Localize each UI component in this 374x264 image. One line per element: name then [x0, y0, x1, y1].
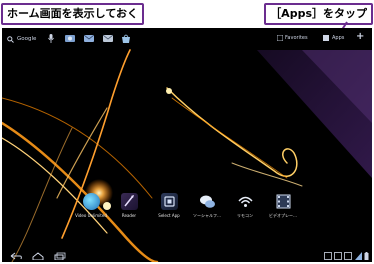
app-label: リモコン [237, 213, 253, 218]
back-icon[interactable] [10, 252, 22, 260]
remote-control-icon [237, 193, 254, 210]
apps-grid-icon [323, 35, 329, 41]
app-label: Select App [158, 213, 180, 218]
app-reader[interactable]: Reader [113, 193, 145, 218]
plus-icon[interactable]: + [356, 31, 364, 42]
app-select-app[interactable]: Select App [153, 193, 185, 218]
gallery-icon[interactable] [65, 34, 75, 43]
app-label: Reader [121, 213, 137, 218]
tablet-home-screen: Google Favorites Apps + Video Unlimited … [2, 28, 372, 262]
favorites-icon [277, 35, 283, 41]
app-video-player[interactable]: ビデオプレー… [267, 193, 299, 219]
wallpaper [2, 28, 372, 262]
favorites-button[interactable]: Favorites [277, 35, 308, 41]
top-bar: Google Favorites Apps + [2, 28, 372, 50]
battery-icon [364, 252, 369, 260]
mail-icon[interactable] [84, 34, 94, 43]
search-icon [7, 35, 14, 43]
app-video-unlimited[interactable]: Video Unlimited [75, 193, 107, 218]
home-icon[interactable] [32, 252, 44, 260]
reader-icon [120, 193, 138, 210]
system-nav-bar [2, 250, 372, 262]
favorites-label: Favorites [285, 35, 308, 41]
callout-show-home-screen: ホーム画面を表示しておく [1, 3, 145, 25]
apps-button[interactable]: Apps [323, 35, 344, 41]
notification-icon[interactable] [324, 252, 332, 260]
email-icon[interactable] [103, 34, 113, 43]
social-feed-icon [199, 193, 216, 210]
apps-label: Apps [331, 35, 345, 41]
market-icon[interactable] [121, 34, 131, 43]
recent-apps-icon[interactable] [54, 252, 66, 260]
select-app-icon [160, 193, 178, 210]
video-player-icon [275, 193, 292, 210]
wifi-icon [355, 252, 362, 260]
search-label: Google [17, 36, 37, 42]
app-remote-control[interactable]: リモコン [229, 193, 261, 219]
callout-tap-apps: ［Apps］をタップ [264, 3, 373, 25]
home-shortcut-dock: Video Unlimited Reader Select App ソーシャルフ… [75, 193, 305, 219]
notification-icon[interactable] [344, 252, 352, 260]
app-social-feed[interactable]: ソーシャルフ… [191, 193, 223, 219]
google-search-widget[interactable]: Google [7, 35, 37, 43]
notification-icon[interactable] [334, 252, 342, 260]
app-label: Video Unlimited [75, 213, 107, 218]
mic-icon[interactable] [48, 34, 54, 43]
video-unlimited-icon [82, 193, 100, 210]
app-label: ビデオプレー… [269, 213, 297, 218]
app-label: ソーシャルフ… [193, 213, 221, 218]
